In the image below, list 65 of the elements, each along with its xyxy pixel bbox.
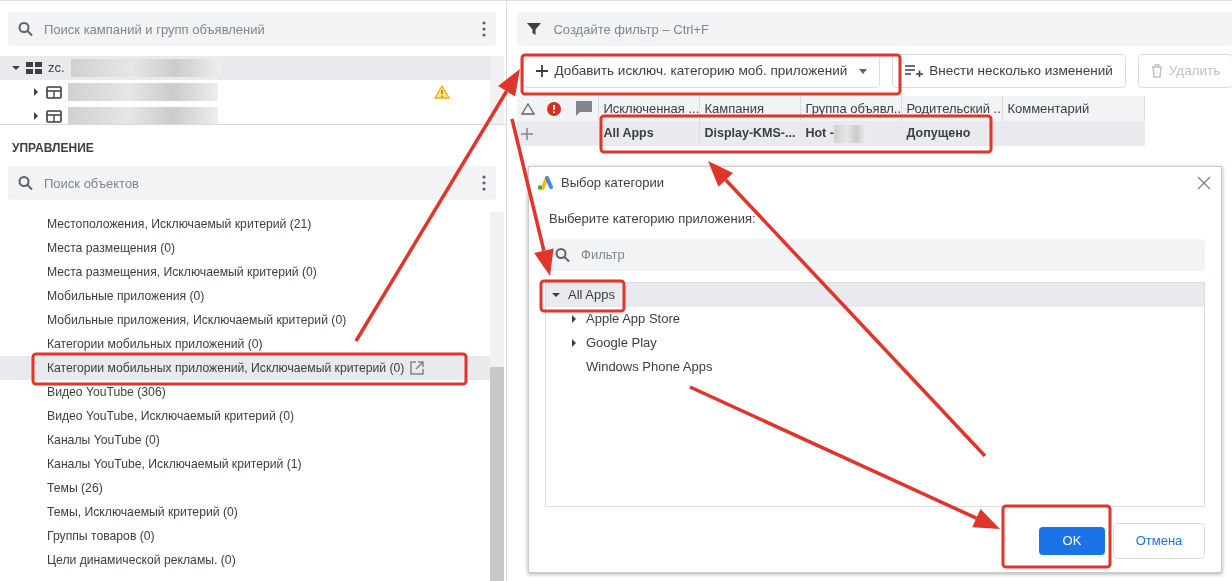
close-icon[interactable] — [1197, 176, 1211, 190]
list-item[interactable]: Темы, Исключаемый критерий (0) — [0, 500, 491, 524]
filter-field[interactable]: Создайте фильтр – Ctrl+F — [517, 12, 1232, 46]
list-item[interactable]: Темы (26) — [0, 476, 491, 500]
caret-down-icon[interactable] — [552, 290, 560, 299]
list-item[interactable]: Места размещения, Исключаемый критерий (0) — [0, 260, 491, 284]
table-icon — [46, 109, 62, 123]
tree-item[interactable]: All Apps — [546, 282, 1204, 307]
grid-icon — [26, 62, 42, 74]
error-icon — [547, 101, 562, 116]
more-icon[interactable] — [482, 21, 487, 37]
plus-icon[interactable] — [521, 127, 534, 140]
search-icon — [555, 247, 570, 262]
toolbar-button[interactable]: Внести несколько изменений — [892, 54, 1126, 88]
tree-item[interactable]: Google Play — [546, 330, 1204, 355]
caret-right-icon[interactable] — [32, 88, 40, 96]
tree-item[interactable]: zc. — [0, 56, 491, 80]
search-icon — [18, 175, 33, 191]
redacted-block — [833, 124, 866, 143]
table-cell-text: All Apps — [603, 125, 654, 143]
warning-icon — [434, 85, 451, 99]
plus-icon — [536, 65, 549, 77]
triangle-icon — [521, 102, 536, 115]
trash-icon — [1150, 64, 1163, 78]
caret-right-icon[interactable] — [32, 112, 40, 120]
list-item[interactable]: Цели динамической рекламы. (0) — [0, 548, 491, 572]
tree-item[interactable]: Apple App Store — [546, 306, 1204, 331]
ok-button[interactable]: OK — [1039, 526, 1105, 555]
list-item[interactable]: Каналы YouTube, Исключаемый критерий (1) — [0, 452, 491, 476]
list-item[interactable]: Категории мобильных приложений (0) — [0, 332, 491, 356]
list-item[interactable]: Категории мобильных приложений, Исключаемый критерий (0) — [0, 356, 491, 380]
search-field[interactable]: Поиск кампаний и групп объявлений — [8, 12, 497, 46]
table-row[interactable]: All Apps Display-KMS-... Hot - Допущено — [517, 121, 1146, 146]
external-link-icon[interactable] — [410, 361, 425, 375]
list-item[interactable]: Местоположения, Исключаемый критерий (21) — [0, 212, 491, 236]
caret-right-icon[interactable] — [570, 314, 578, 323]
table-icon — [46, 85, 62, 99]
prompt-text: Выберите категорию приложения: — [548, 210, 757, 228]
more-icon[interactable] — [482, 175, 487, 191]
comment-icon — [575, 101, 592, 116]
ads-logo-icon — [537, 176, 553, 190]
dialog-title: Выбор категории — [561, 174, 665, 193]
list-item[interactable]: Каналы YouTube (0) — [0, 428, 491, 452]
caret-down-icon[interactable] — [12, 64, 20, 72]
list-item[interactable]: Видео YouTube, Исключаемый критерий (0) — [0, 404, 491, 428]
list-item[interactable]: Видео YouTube (306) — [0, 380, 491, 404]
caret-right-icon[interactable] — [570, 338, 578, 347]
table-cell-text: Hot - — [805, 125, 834, 143]
list-plus-icon — [905, 65, 924, 77]
table-cell-text: Display-KMS-... — [704, 125, 796, 143]
scrollbar[interactable] — [490, 212, 505, 581]
list-item[interactable]: Места размещения (0) — [0, 236, 491, 260]
search-field[interactable]: Поиск объектов — [8, 166, 497, 200]
dropdown-caret-icon — [859, 68, 868, 74]
list-item[interactable]: Мобильные приложения (0) — [0, 284, 491, 308]
filter-icon — [527, 22, 542, 36]
cancel-button[interactable]: Отмена — [1113, 522, 1205, 559]
table-cell-text: Допущено — [906, 125, 971, 143]
filter-field[interactable]: Фильтр — [545, 238, 1205, 271]
list-item[interactable]: Мобильные приложения, Исключаемый критерий (0) — [0, 308, 491, 332]
section-title: УПРАВЛЕНИЕ — [11, 140, 95, 157]
tree-item[interactable]: Windows Phone Apps — [546, 354, 1204, 379]
search-icon — [18, 21, 33, 37]
tree-label: zc. — [48, 59, 65, 78]
list-item[interactable]: Группы товаров (0) — [0, 524, 491, 548]
